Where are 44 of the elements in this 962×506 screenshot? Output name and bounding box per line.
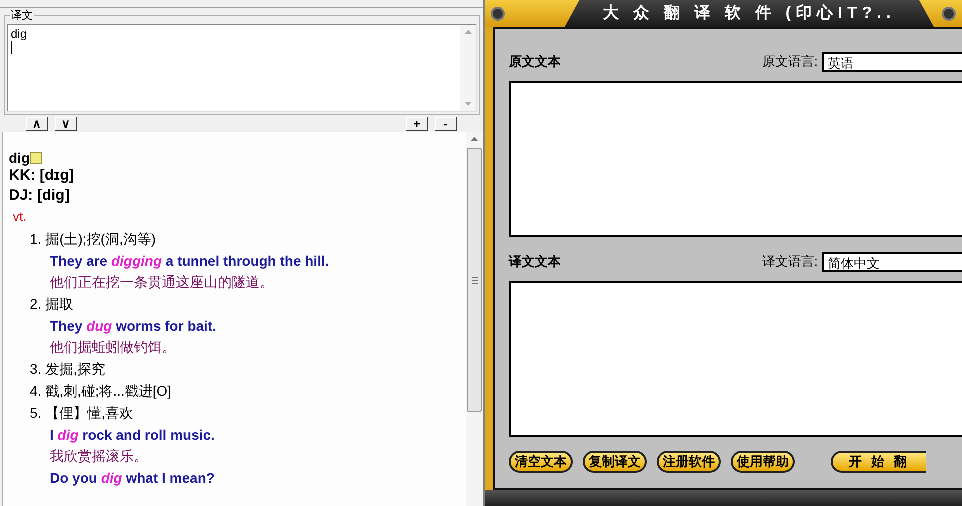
part-of-speech: vt. <box>13 208 28 226</box>
example-sentence: I dig rock and roll music. <box>50 426 216 445</box>
phonetic: DJ: [dig] <box>9 186 71 206</box>
action-button[interactable]: 清空文本 <box>509 451 573 473</box>
note-icon[interactable] <box>30 152 42 164</box>
nav-button[interactable]: ∧ <box>26 117 48 131</box>
section-label: 原文文本 <box>509 53 561 71</box>
zoom-button[interactable]: + <box>406 117 428 131</box>
example-translation: 我欣赏摇滚乐。 <box>50 447 149 466</box>
example-sentence: They dug worms for bait. <box>50 317 218 336</box>
sense-definition: 2. 掘取 <box>30 295 75 314</box>
sense-definition: 1. 掘(土);挖(洞,沟等) <box>30 230 157 249</box>
bolt-icon <box>942 6 956 20</box>
group-label: 译文 <box>10 8 34 23</box>
nav-button[interactable]: ∨ <box>55 117 77 131</box>
window-title: 大 众 翻 译 软 件 (印心IT?.. <box>603 3 896 24</box>
example-translation: 他们掘蚯蚓做钓饵。 <box>50 338 177 357</box>
scroll-up-icon[interactable] <box>464 30 472 34</box>
scroll-down-icon[interactable] <box>464 102 472 106</box>
start-button[interactable]: 开 始 翻 <box>831 451 926 473</box>
action-button[interactable]: 使用帮助 <box>731 451 795 473</box>
scroll-up-icon[interactable] <box>471 137 478 141</box>
sense-definition: 4. 戳,刺,碰;将...戳进[O] <box>30 382 173 401</box>
language-label: 译文语言: <box>762 253 818 271</box>
sense-definition: 3. 发掘,探究 <box>30 360 106 379</box>
language-select[interactable]: 英语 <box>822 52 962 72</box>
bolt-icon <box>491 6 505 20</box>
text-area[interactable] <box>509 281 962 437</box>
text-input-field[interactable]: dig <box>7 24 477 112</box>
action-button[interactable]: 复制译文 <box>583 451 647 473</box>
example-translation: 他们正在挖一条贯通这座山的隧道。 <box>50 273 275 292</box>
scrollbar[interactable] <box>466 132 483 506</box>
example-sentence: They are digging a tunnel through the hill. <box>50 252 330 271</box>
scrollbar[interactable] <box>460 25 476 111</box>
zoom-button[interactable]: - <box>435 117 457 131</box>
headword: dig <box>9 150 30 166</box>
sense-definition: 5. 【俚】懂,喜欢 <box>30 404 134 423</box>
language-label: 原文语言: <box>762 53 818 71</box>
language-select[interactable]: 简体中文 <box>822 252 962 272</box>
action-button[interactable]: 注册软件 <box>657 451 721 473</box>
example-sentence: Do you dig what I mean? <box>50 469 216 488</box>
phonetic: KK: [dɪg] <box>9 166 76 186</box>
section-label: 译文文本 <box>509 253 561 271</box>
text-area[interactable] <box>509 81 962 237</box>
